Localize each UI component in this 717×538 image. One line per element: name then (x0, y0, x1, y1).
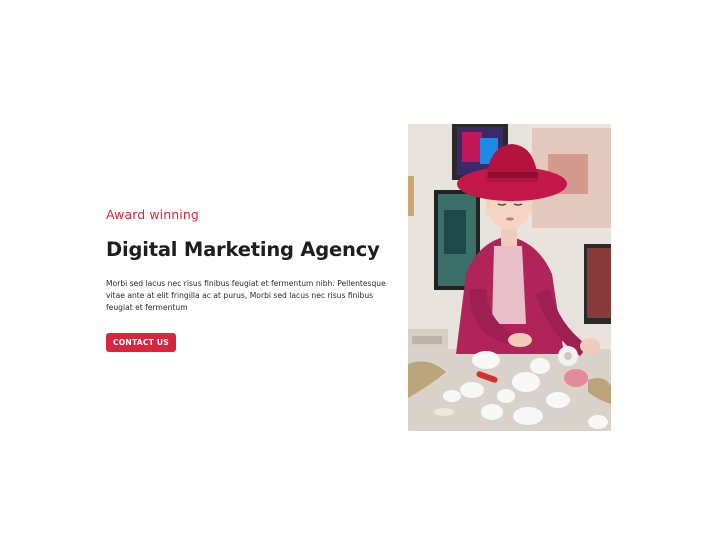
hero-text-block: Award winning Digital Marketing Agency M… (106, 206, 402, 353)
contact-us-button[interactable]: CONTACT US (106, 333, 176, 353)
hero-section: Award winning Digital Marketing Agency M… (0, 0, 717, 538)
hero-body-text: Morbi sed lacus nec risus finibus feugia… (106, 279, 386, 312)
hero-eyebrow: Award winning (106, 207, 199, 222)
hero-photo (408, 124, 611, 431)
woman-in-red-hat-crafting-illustration (408, 124, 611, 431)
hero-headline: Digital Marketing Agency (106, 238, 380, 261)
